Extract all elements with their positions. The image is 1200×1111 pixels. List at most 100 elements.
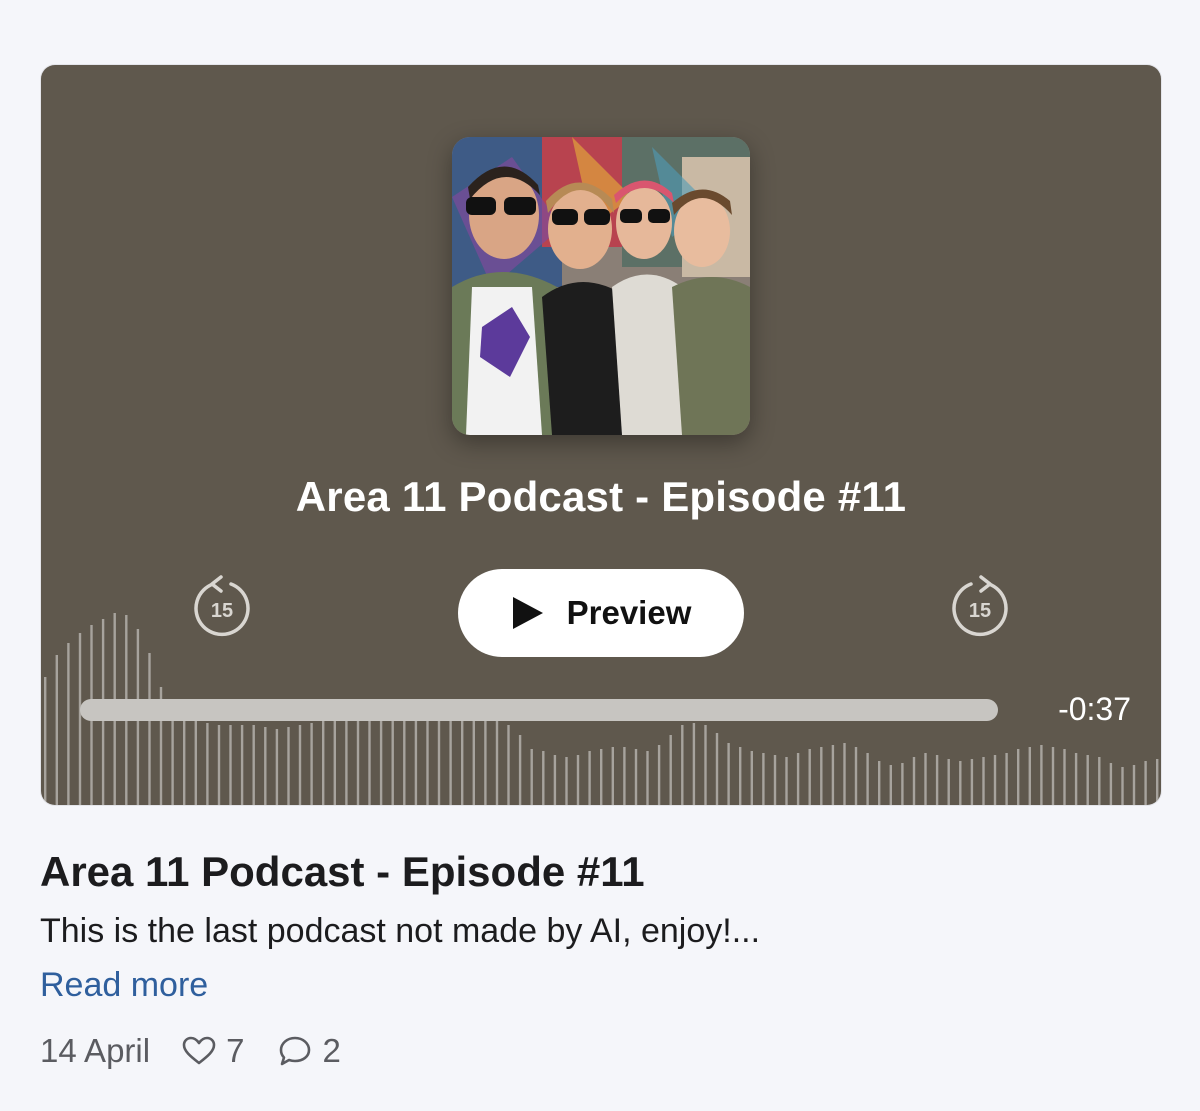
waveform-bar [623,747,626,805]
waveform-bar [518,735,522,805]
waveform-bar [1028,747,1031,805]
read-more-link[interactable]: Read more [40,966,208,1005]
waveform-bar [403,719,406,805]
waveform-bar [912,757,916,805]
waveform-bar [808,749,811,805]
waveform-bar [1132,765,1136,805]
waveform-bar [206,723,209,805]
waveform-bar [472,717,475,805]
waveform-bar [796,753,800,805]
waveform-bar [194,719,197,805]
comment-bubble-icon [280,1036,311,1066]
waveform-bar [495,721,499,805]
waveform-bar [657,745,661,805]
waveform-bar [426,719,429,805]
waveform-bar [275,729,279,805]
waveform-bar [240,725,244,805]
waveform-bar [820,747,823,805]
waveform-bar [854,747,858,805]
waveform-bar [924,753,927,805]
preview-button-label: Preview [566,594,692,631]
waveform-bar [727,743,730,805]
waveform-bar [333,719,336,805]
waveform-bar [878,761,881,805]
waveform-bar [959,761,962,805]
waveform-bar [785,757,788,805]
waveform-bar [1109,763,1113,805]
waveform-bar [287,727,290,805]
waveform-bar [1144,761,1147,805]
waveform-bar [947,759,950,805]
play-icon [512,597,543,629]
waveform-bar [750,751,753,805]
waveform-bar [345,717,348,805]
waveform-bar [298,725,302,805]
waveform-bar [1156,759,1159,805]
waveform-bar [78,633,82,805]
waveform-bar [1086,755,1089,805]
waveform-bar [1098,757,1101,805]
waveform-bar [484,719,487,805]
waveform-bar [507,725,510,805]
waveform-bar [692,723,696,805]
podcast-artwork-image [452,137,750,435]
heart-icon [182,1036,216,1065]
waveform-bar [565,757,568,805]
player-episode-title: Area 11 Podcast - Episode #11 [295,473,907,520]
waveform-bar [148,653,151,805]
waveform-bar [530,749,533,805]
waveform-bar [379,715,383,805]
waveform-bar [889,765,892,805]
waveform-bar [391,717,394,805]
waveform-bar [1017,749,1020,805]
waveform-bar [1005,753,1008,805]
waveform-bar [715,733,719,805]
skip-forward-15-button[interactable]: 15 [949,575,1011,637]
episode-description: This is the last podcast not made by AI,… [40,912,761,950]
waveform-bar [217,725,221,805]
waveform-bar [611,747,614,805]
waveform-bar [646,751,649,805]
waveform-bar [901,763,904,805]
waveform-bar [310,723,313,805]
waveform-bar [461,715,464,805]
waveform-bar [1121,767,1124,805]
like-count: 7 [226,1032,245,1069]
waveform-bar [414,721,418,805]
forward-15-icon: 15 [952,575,1008,637]
waveform-bar [669,735,672,805]
episode-date: 14 April [40,1032,151,1069]
waveform-bar [229,725,232,805]
audio-player-card: Area 11 Podcast - Episode #11 15 Preview… [41,65,1161,805]
waveform-bar [831,745,835,805]
waveform-bar [542,751,545,805]
waveform-bar [183,713,186,805]
waveform-bar [1063,749,1066,805]
waveform-bar [322,721,325,805]
skip-forward-seconds-label: 15 [969,600,991,622]
waveform-bar [67,643,70,805]
waveform-bar [704,725,707,805]
waveform-bar [634,749,638,805]
waveform-bar [356,715,360,805]
skip-back-seconds-label: 15 [211,600,233,622]
waveform-bar [44,677,47,805]
waveform-bar [681,725,684,805]
podcast-artwork [452,137,750,435]
episode-title: Area 11 Podcast - Episode #11 [40,848,645,895]
waveform-bar [866,753,869,805]
like-button[interactable]: 7 [182,1032,244,1070]
comment-button[interactable]: 2 [278,1032,341,1070]
waveform-bar [970,759,974,805]
episode-meta: 14 April 7 2 [40,1032,375,1070]
rewind-15-icon: 15 [194,575,250,637]
progress-bar[interactable] [80,699,998,721]
preview-play-button[interactable]: Preview [458,569,744,657]
skip-back-15-button[interactable]: 15 [191,575,253,637]
waveform-bar [252,725,255,805]
waveform-bar [588,751,591,805]
waveform-bar [553,755,557,805]
waveform-bar [1074,753,1078,805]
waveform-bar [935,755,939,805]
waveform-bar [762,753,765,805]
